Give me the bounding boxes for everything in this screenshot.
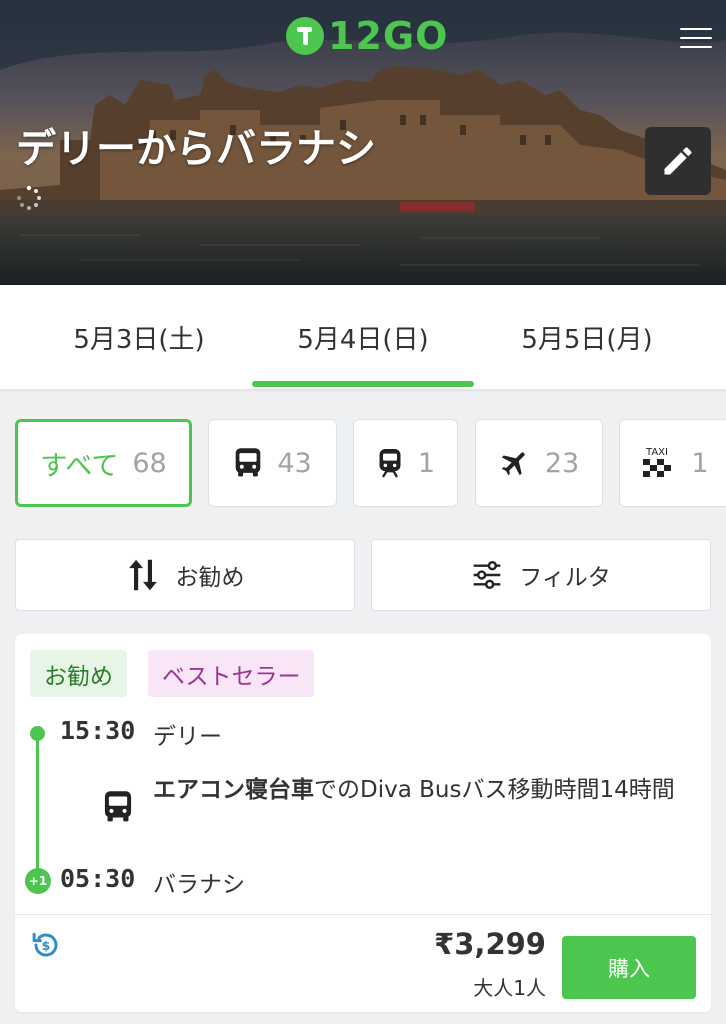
edit-search-button[interactable]	[645, 127, 711, 195]
filter-flight-chip[interactable]: 23	[475, 419, 603, 507]
departure-time: 15:30	[60, 716, 136, 745]
arrival-time: 05:30	[60, 864, 136, 893]
sliders-icon	[473, 561, 501, 589]
buy-button[interactable]: 購入	[562, 936, 696, 999]
sort-label: お勧め	[175, 565, 245, 591]
filter-flight-count: 23	[544, 447, 580, 479]
airplane-icon	[501, 452, 525, 476]
logo-mark-icon	[286, 17, 324, 55]
sort-arrows-icon	[128, 559, 157, 591]
filter-taxi-chip[interactable]: TAXI 1	[619, 419, 726, 507]
filter-all-chip[interactable]: すべて 68	[15, 419, 192, 507]
bestseller-badge: ベストセラー	[148, 650, 315, 697]
refund-history-icon[interactable]: $	[31, 930, 61, 960]
taxi-icon: TAXI	[643, 447, 672, 477]
route-timeline	[36, 732, 39, 882]
brand-logo[interactable]: 12GO	[286, 16, 448, 56]
filter-bus-chip[interactable]: 43	[208, 419, 337, 507]
route-title: デリーからバラナシ	[16, 126, 376, 172]
vehicle-type: エアコン寝台車	[153, 777, 314, 803]
tab-date-selected[interactable]: 5月4日(日)	[240, 285, 486, 389]
filter-label: フィルタ	[519, 565, 611, 591]
passenger-count: 大人1人	[473, 976, 546, 1000]
hero-banner: 12GO デリーからバラナシ	[0, 0, 726, 285]
bus-icon	[104, 791, 132, 822]
selected-tab-indicator	[252, 381, 474, 387]
hamburger-menu-icon[interactable]	[680, 28, 712, 50]
train-icon	[379, 449, 401, 478]
date-tabs: 5月3日(土) 5月4日(日) 5月5日(月)	[0, 285, 726, 389]
filter-button[interactable]: フィルタ	[371, 539, 711, 611]
loading-spinner-icon	[17, 185, 41, 210]
card-divider	[15, 914, 711, 915]
tab-date-prev[interactable]: 5月3日(土)	[16, 285, 262, 389]
trip-result-card[interactable]: お勧め ベストセラー +1 15:30 デリー エアコン寝台車でのDiva Bu…	[15, 634, 711, 1012]
departure-dot	[30, 726, 45, 741]
arrival-place: バラナシ	[153, 872, 245, 898]
trip-price: ₹3,299	[434, 927, 546, 961]
bus-icon	[236, 448, 261, 477]
taxi-icon-text: TAXI	[645, 447, 668, 458]
trip-info: でのDiva Busバス移動時間14時間	[314, 777, 675, 803]
pencil-icon	[664, 147, 692, 175]
departure-place: デリー	[153, 724, 222, 750]
filter-all-label: すべて	[40, 450, 119, 482]
sort-button[interactable]: お勧め	[15, 539, 355, 611]
tab-date-next[interactable]: 5月5日(月)	[464, 285, 710, 389]
recommended-badge: お勧め	[30, 650, 127, 697]
svg-text:$: $	[42, 938, 51, 953]
arrival-day-offset: +1	[25, 868, 51, 894]
filter-taxi-count: 1	[691, 447, 709, 479]
filter-train-chip[interactable]: 1	[353, 419, 458, 507]
trip-description: エアコン寝台車でのDiva Busバス移動時間14時間	[153, 771, 693, 809]
logo-text: 12GO	[328, 14, 449, 58]
filter-all-count: 68	[132, 447, 167, 479]
filter-bus-count: 43	[277, 447, 312, 479]
filter-train-count: 1	[417, 447, 436, 479]
